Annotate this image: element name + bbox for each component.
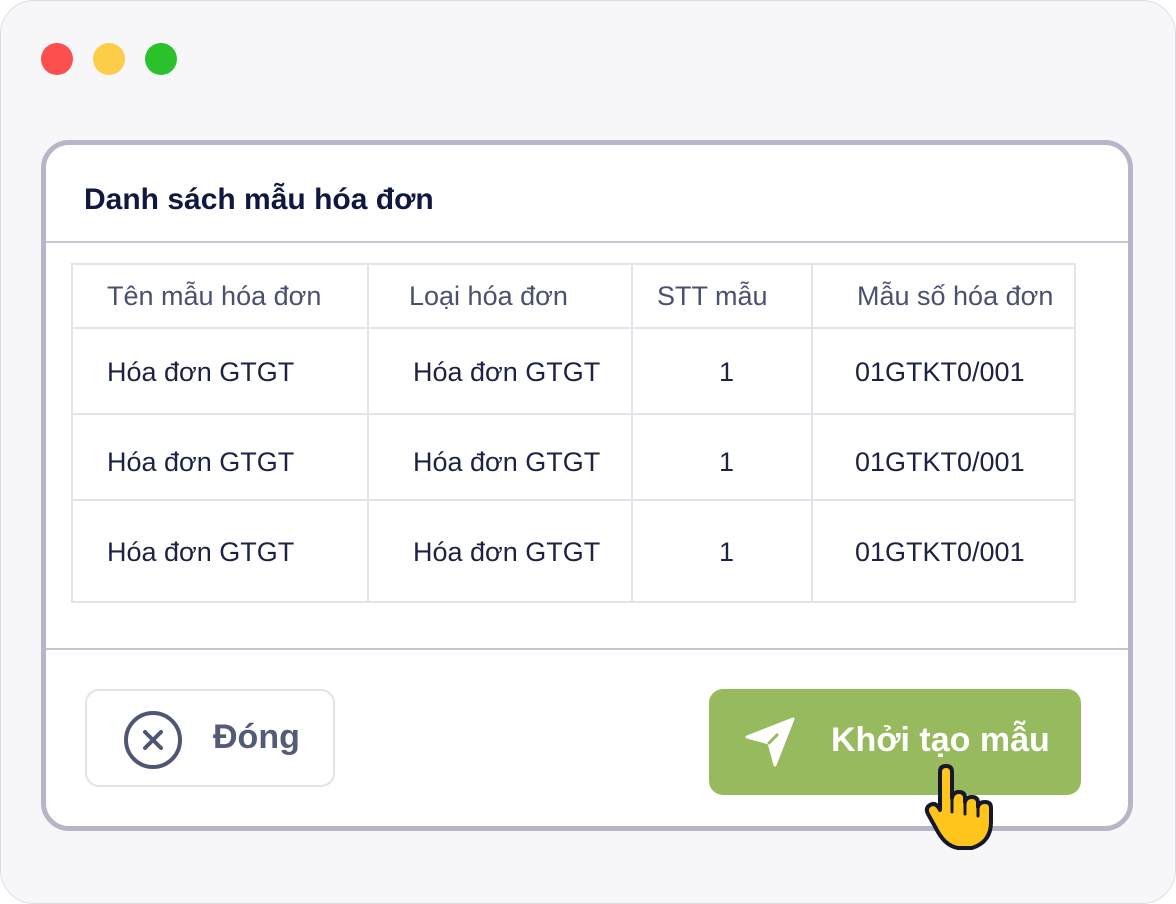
table-cell-name: Hóa đơn GTGT bbox=[107, 447, 295, 477]
row-divider bbox=[73, 499, 1074, 501]
table-header-name: Tên mẫu hóa đơn bbox=[107, 281, 322, 311]
dialog-title: Danh sách mẫu hóa đơn bbox=[84, 183, 434, 216]
create-template-button[interactable]: Khởi tạo mẫu bbox=[709, 689, 1081, 795]
table-cell-order: 1 bbox=[719, 537, 735, 567]
invoice-template-dialog: Danh sách mẫu hóa đơn Tên mẫu hóa đơn Lo… bbox=[41, 140, 1133, 831]
row-divider bbox=[73, 327, 1074, 329]
close-button[interactable]: Đóng bbox=[85, 689, 335, 787]
table-cell-code: 01GTKT0/001 bbox=[855, 537, 1025, 567]
app-window: Danh sách mẫu hóa đơn Tên mẫu hóa đơn Lo… bbox=[0, 0, 1176, 904]
table-cell-code: 01GTKT0/001 bbox=[855, 447, 1025, 477]
row-divider bbox=[73, 413, 1074, 415]
table-cell-order: 1 bbox=[719, 357, 735, 387]
table-cell-code: 01GTKT0/001 bbox=[855, 357, 1025, 387]
hand-pointer-icon bbox=[924, 764, 993, 850]
close-circle-icon bbox=[124, 711, 182, 769]
column-divider bbox=[367, 265, 369, 601]
create-template-label: Khởi tạo mẫu bbox=[831, 721, 1050, 759]
table-header-type: Loại hóa đơn bbox=[409, 281, 568, 311]
column-divider bbox=[631, 265, 633, 601]
table-cell-name: Hóa đơn GTGT bbox=[107, 357, 295, 387]
column-divider bbox=[811, 265, 813, 601]
footer-divider bbox=[46, 648, 1128, 650]
table-cell-name: Hóa đơn GTGT bbox=[107, 537, 295, 567]
table-header-order: STT mẫu bbox=[657, 281, 768, 311]
invoice-template-table: Tên mẫu hóa đơn Loại hóa đơn STT mẫu Mẫu… bbox=[71, 263, 1076, 603]
table-cell-type: Hóa đơn GTGT bbox=[413, 357, 601, 387]
table-cell-type: Hóa đơn GTGT bbox=[413, 447, 601, 477]
table-header-code: Mẫu số hóa đơn bbox=[857, 281, 1054, 311]
table-cell-type: Hóa đơn GTGT bbox=[413, 537, 601, 567]
window-minimize-dot[interactable] bbox=[93, 43, 125, 75]
close-button-label: Đóng bbox=[213, 718, 300, 756]
send-icon bbox=[745, 717, 795, 767]
window-close-dot[interactable] bbox=[41, 43, 73, 75]
header-divider bbox=[46, 241, 1128, 243]
table-cell-order: 1 bbox=[719, 447, 735, 477]
window-maximize-dot[interactable] bbox=[145, 43, 177, 75]
